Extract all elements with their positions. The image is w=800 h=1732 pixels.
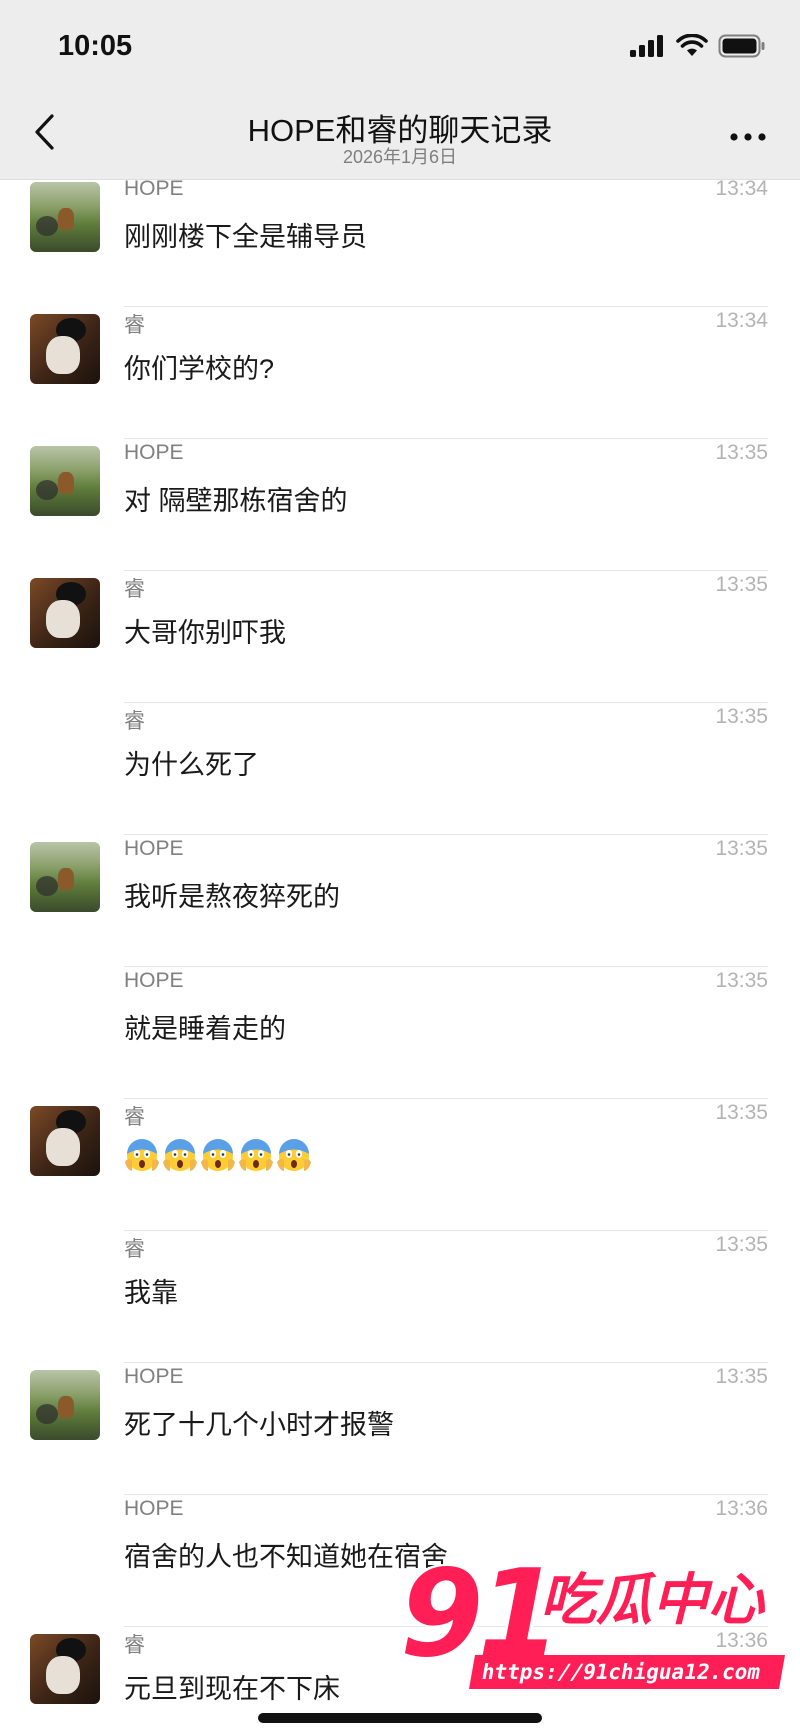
avatar-rui[interactable] xyxy=(30,1634,100,1704)
chat-record-list[interactable]: HOPE 13:34 刚刚楼下全是辅导员 睿 13:34 你们学校的? HOPE… xyxy=(0,180,800,1732)
message-item[interactable]: 睿 13:34 你们学校的? xyxy=(0,307,800,439)
message-time: 13:35 xyxy=(715,1101,768,1124)
avatar-hope[interactable] xyxy=(30,842,100,912)
status-icons xyxy=(630,34,766,58)
screaming-face-emoji-icon xyxy=(277,1139,311,1171)
message-text: 大哥你别吓我 xyxy=(124,618,286,648)
watermark-url: https://91chigua12.com xyxy=(469,1655,785,1689)
avatar-hope[interactable] xyxy=(30,182,100,252)
message-time: 13:35 xyxy=(715,705,768,728)
screaming-face-emoji-icon xyxy=(163,1139,197,1171)
message-item[interactable]: HOPE 13:35 我听是熬夜猝死的 xyxy=(0,835,800,967)
message-item[interactable]: 睿 13:35 为什么死了 xyxy=(0,703,800,835)
message-text: 我听是熬夜猝死的 xyxy=(124,882,340,912)
avatar-hope[interactable] xyxy=(30,446,100,516)
message-time: 13:35 xyxy=(715,837,768,860)
message-text: 刚刚楼下全是辅导员 xyxy=(124,222,367,252)
screaming-face-emoji-icon xyxy=(201,1139,235,1171)
watermark-name: 吃瓜中心 xyxy=(540,1568,764,1633)
message-text: 对 隔壁那栋宿舍的 xyxy=(124,486,348,516)
message-time: 13:34 xyxy=(715,309,768,332)
message-text: 为什么死了 xyxy=(124,750,259,780)
message-item[interactable]: HOPE 13:35 死了十几个小时才报警 xyxy=(0,1363,800,1495)
message-sender: 睿 xyxy=(124,1106,145,1129)
emoji-row xyxy=(124,1137,312,1173)
message-sender: 睿 xyxy=(124,1634,145,1657)
message-sender: 睿 xyxy=(124,710,145,733)
avatar-rui[interactable] xyxy=(30,1106,100,1176)
avatar-hope[interactable] xyxy=(30,1370,100,1440)
message-sender: 睿 xyxy=(124,314,145,337)
cellular-signal-icon xyxy=(630,35,663,57)
message-item[interactable]: 睿 13:35 我靠 xyxy=(0,1231,800,1363)
screaming-face-emoji-icon xyxy=(239,1139,273,1171)
wifi-icon xyxy=(676,34,708,56)
message-sender: HOPE xyxy=(124,837,184,860)
message-time: 13:35 xyxy=(715,573,768,596)
watermark-logo: 91 吃瓜中心 https://91chigua12.com xyxy=(400,1555,790,1730)
avatar-rui[interactable] xyxy=(30,578,100,648)
more-button[interactable] xyxy=(726,119,770,155)
message-sender: 睿 xyxy=(124,578,145,601)
message-item[interactable]: HOPE 13:35 对 隔壁那栋宿舍的 xyxy=(0,439,800,571)
message-time: 13:35 xyxy=(715,441,768,464)
message-text: 我靠 xyxy=(124,1278,178,1308)
more-dots-icon xyxy=(730,133,766,141)
status-bar: 10:05 xyxy=(0,0,800,95)
avatar-rui[interactable] xyxy=(30,314,100,384)
message-sender: HOPE xyxy=(124,969,184,992)
nav-bar: HOPE和睿的聊天记录 2026年1月6日 xyxy=(0,95,800,180)
page-subtitle-date: 2026年1月6日 xyxy=(342,147,458,167)
message-item[interactable]: 睿 13:35 xyxy=(0,1099,800,1231)
message-sender: 睿 xyxy=(124,1238,145,1261)
message-sender: HOPE xyxy=(124,1365,184,1388)
message-item[interactable]: 睿 13:35 大哥你别吓我 xyxy=(0,571,800,703)
message-text: 元旦到现在不下床 xyxy=(124,1674,340,1704)
home-indicator[interactable] xyxy=(258,1713,542,1723)
message-text: 你们学校的? xyxy=(124,354,275,384)
message-time: 13:35 xyxy=(715,969,768,992)
battery-icon xyxy=(718,34,765,58)
message-item[interactable]: HOPE 13:35 就是睡着走的 xyxy=(0,967,800,1099)
message-time: 13:35 xyxy=(715,1233,768,1256)
message-item[interactable]: HOPE 13:34 刚刚楼下全是辅导员 xyxy=(0,180,800,307)
message-sender: HOPE xyxy=(124,441,184,464)
message-text: 就是睡着走的 xyxy=(124,1014,286,1044)
message-sender: HOPE xyxy=(124,1497,184,1520)
message-text: 死了十几个小时才报警 xyxy=(124,1410,394,1440)
status-time: 10:05 xyxy=(58,30,133,62)
message-time: 13:36 xyxy=(715,1497,768,1520)
message-time: 13:34 xyxy=(715,180,768,200)
message-sender: HOPE xyxy=(124,180,184,200)
message-time: 13:35 xyxy=(715,1365,768,1388)
screaming-face-emoji-icon xyxy=(125,1139,159,1171)
